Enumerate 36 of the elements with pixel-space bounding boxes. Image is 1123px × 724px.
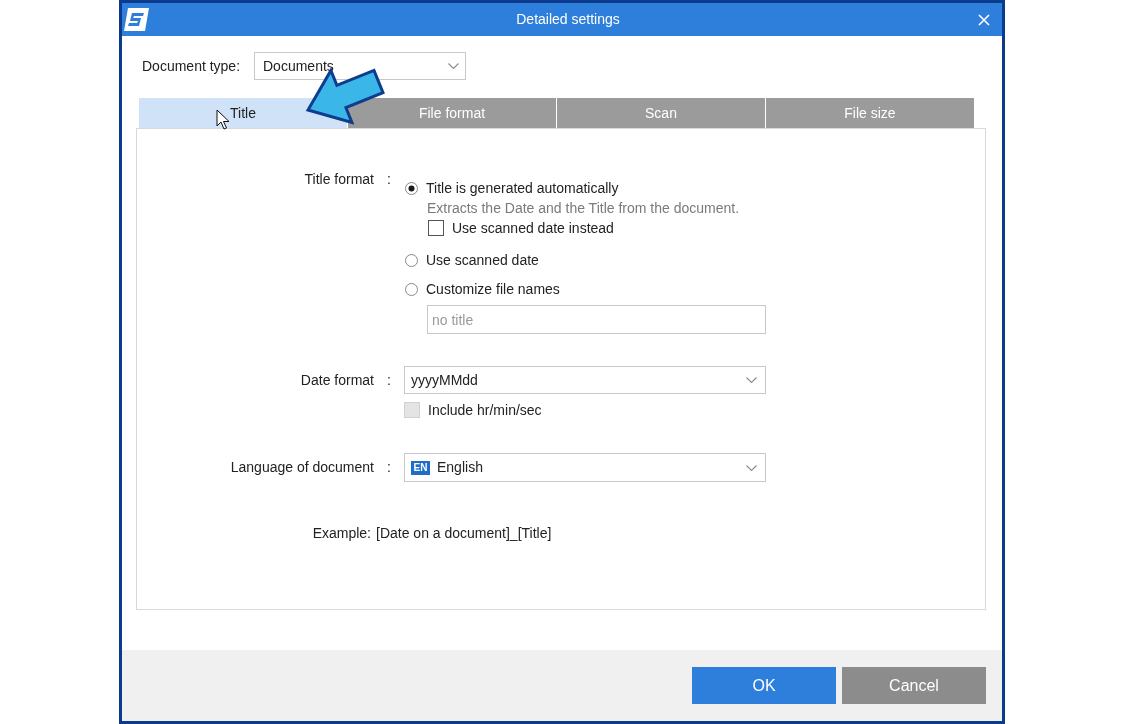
mouse-cursor-icon [216,109,230,131]
tab[interactable]: Scan [557,98,765,128]
example-text: [Date on a document]_[Title] [376,524,552,543]
title-format-label: Title format [304,170,374,189]
language-code-tag: EN [411,460,430,475]
tab[interactable]: File size [766,98,974,128]
radio-option-label: Title is generated automatically [426,179,619,198]
window-title: Detailed settings [516,10,620,29]
language-dropdown[interactable]: EN English [404,453,766,482]
colon-separator: : [387,170,391,189]
radio-button[interactable] [405,253,418,267]
colon-separator: : [387,458,391,477]
language-label: Language of document [230,458,374,477]
cancel-button[interactable]: Cancel [842,667,986,704]
chevron-down-icon [746,464,757,471]
colon-separator: : [387,371,391,390]
option-description: Extracts the Date and the Title from the document. [427,199,740,218]
date-format-dropdown[interactable]: yyyyMMdd [404,366,766,394]
example-label: Example: [312,524,371,543]
radio-button[interactable] [405,181,418,195]
checkbox-label: Use scanned date instead [452,219,614,238]
checkbox-label: Include hr/min/sec [428,401,542,420]
file-name-field[interactable]: no title [427,305,766,334]
close-icon[interactable] [978,13,990,26]
ok-button[interactable]: OK [692,667,836,704]
date-format-label: Date format [300,371,374,390]
document-type-dropdown[interactable]: Documents [254,52,466,80]
chevron-down-icon [746,377,757,383]
checkbox[interactable] [428,220,444,236]
radio-option-label: Use scanned date [426,251,539,270]
tab[interactable]: File format [348,98,556,128]
radio-option-label: Customize file names [426,280,560,299]
document-type-label: Document type: [142,56,242,76]
language-value: English [437,458,484,477]
radio-button[interactable] [405,282,418,296]
chevron-down-icon [448,63,459,69]
